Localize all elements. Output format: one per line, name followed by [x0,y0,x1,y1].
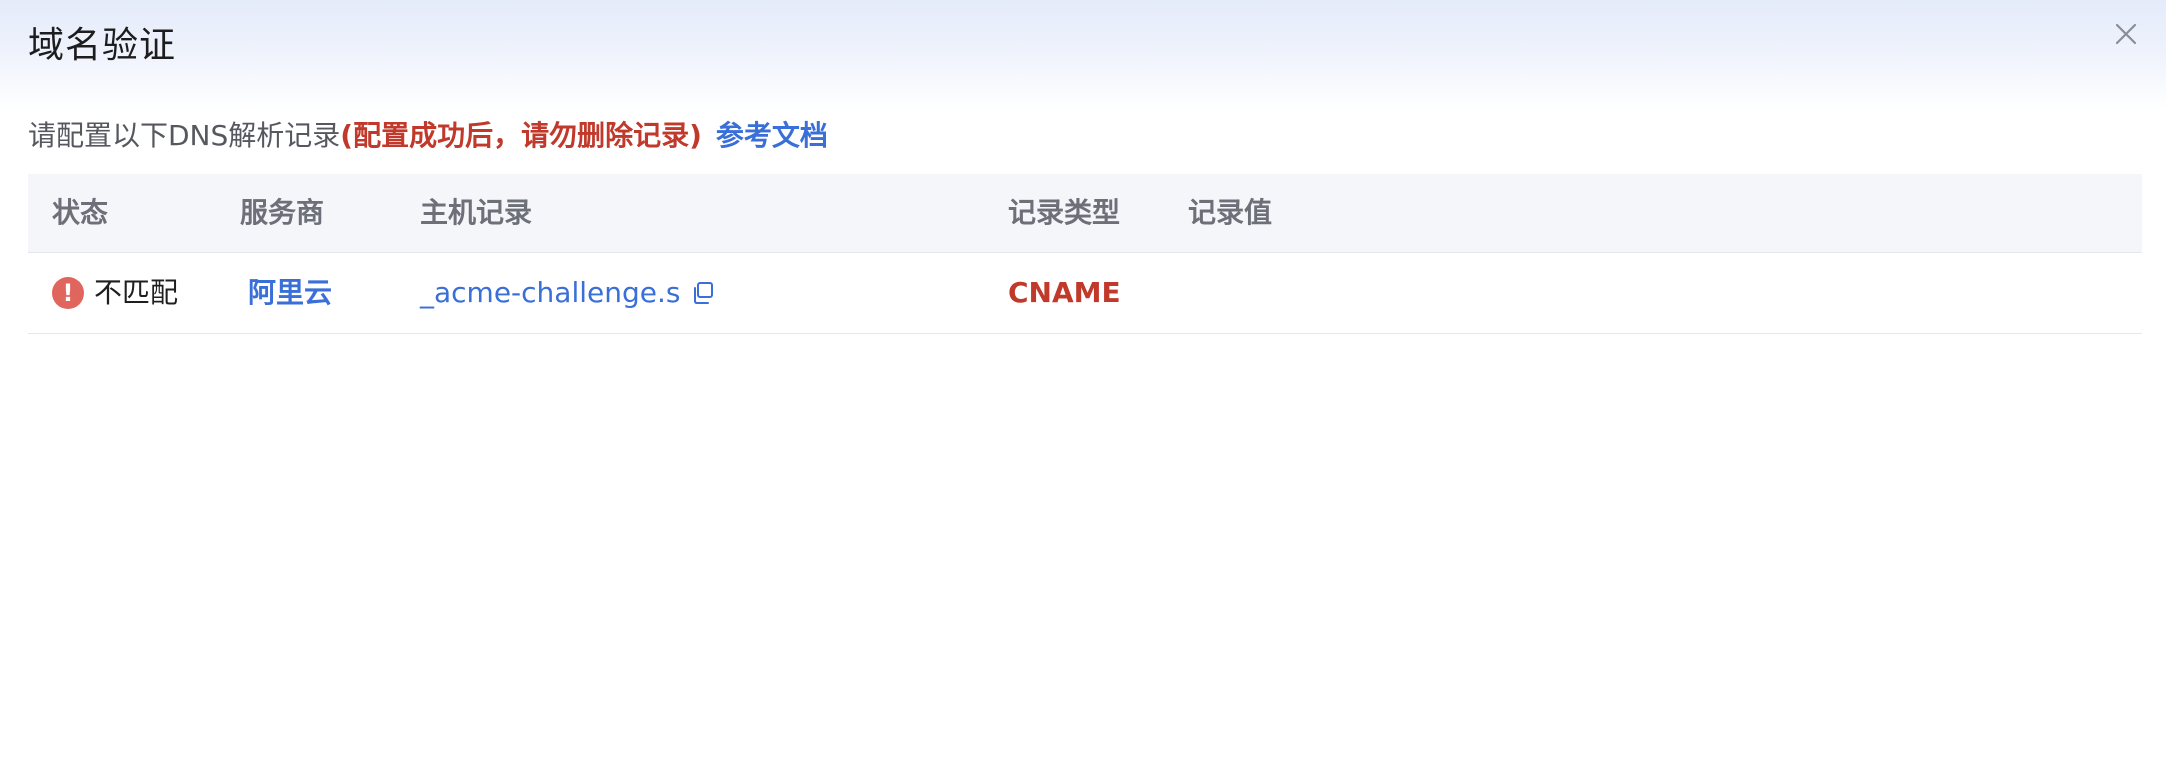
column-header-host: 主机记录 [420,196,533,229]
dialog-title: 域名验证 [28,25,177,66]
column-header-value: 记录值 [1188,196,1273,229]
status-text: 不匹配 [94,276,179,309]
dns-config-hint: 请配置以下DNS解析记录(配置成功后，请勿删除记录) 参考文档 [28,118,828,154]
dialog-header-background [0,0,2166,110]
column-header-status: 状态 [52,196,109,229]
host-cell: _acme-challenge.s [420,253,716,333]
column-header-provider: 服务商 [240,196,325,229]
table-row: ! 不匹配 阿里云 _acme-challenge.s CNAME [28,253,2142,334]
copy-icon[interactable] [690,280,716,306]
column-header-type: 记录类型 [1008,196,1121,229]
record-type: CNAME [1008,276,1121,309]
host-record-text[interactable]: _acme-challenge.s [420,253,680,333]
provider-link[interactable]: 阿里云 [248,253,332,333]
status-cell: ! 不匹配 [52,253,178,333]
close-button[interactable] [2110,18,2142,50]
reference-doc-link[interactable]: 参考文档 [716,119,828,152]
close-icon [2110,18,2142,50]
dns-records-table: 状态 服务商 主机记录 记录类型 记录值 ! 不匹配 阿里云 _acme-cha… [28,174,2142,334]
error-icon: ! [52,277,84,309]
domain-verification-dialog: 域名验证 请配置以下DNS解析记录(配置成功后，请勿删除记录) 参考文档 状态 服… [0,0,2166,774]
table-header: 状态 服务商 主机记录 记录类型 记录值 [28,174,2142,253]
hint-text: 请配置以下DNS解析记录 [28,119,341,152]
hint-warning: (配置成功后，请勿删除记录) [340,119,702,152]
